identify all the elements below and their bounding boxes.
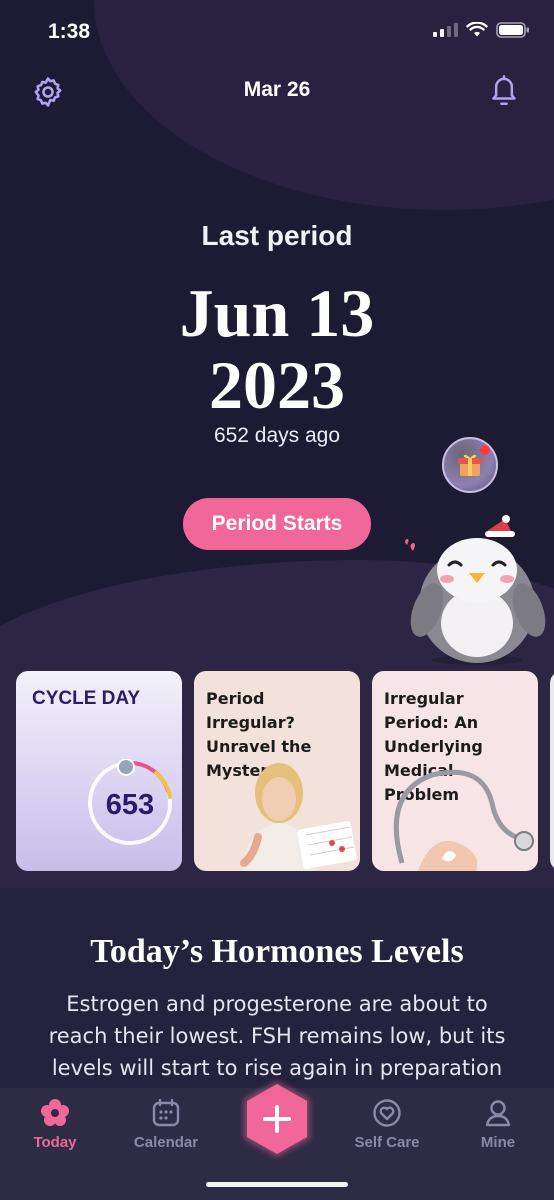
tab-label: Self Care (354, 1134, 420, 1151)
tab-label: Calendar (133, 1134, 199, 1151)
last-period-year: 2023 (209, 347, 345, 423)
woman-thinking-image (240, 763, 357, 871)
last-period-label: Last period (201, 220, 353, 251)
cycle-day-card[interactable]: CYCLE DAY 653 (16, 671, 182, 871)
plus-icon (244, 1081, 310, 1157)
heart-icon (373, 1099, 401, 1127)
article-card-partial[interactable] (550, 671, 554, 871)
status-time: 1:38 (48, 20, 91, 43)
cards-carousel[interactable]: CYCLE DAY 653 Period Irregular? Unravel … (16, 671, 554, 871)
status-bar: 1:38 (0, 0, 554, 64)
add-record-button[interactable] (240, 1078, 314, 1160)
tab-mine[interactable]: Mine (453, 1098, 543, 1158)
bell-icon (492, 75, 516, 106)
notifications-button[interactable] (484, 72, 524, 112)
last-period-date: Jun 13 (179, 275, 375, 351)
tab-self-care[interactable]: Self Care (342, 1098, 432, 1158)
flower-icon (41, 1099, 69, 1126)
wifi-icon (466, 22, 488, 37)
battery-icon (496, 22, 529, 38)
header-date: Mar 26 (243, 78, 311, 101)
tab-label: Mine (480, 1134, 516, 1151)
home-indicator (206, 1182, 348, 1187)
app-screen: 1:38 Mar 26 Last period Jun 13 2023 652 … (0, 0, 554, 1200)
penguin-mascot-icon (405, 515, 546, 665)
status-icons (433, 22, 530, 38)
gift-bubble-button[interactable] (442, 437, 498, 493)
hormones-title: Today’s Hormones Levels (90, 933, 464, 970)
cycle-day-label: CYCLE DAY (32, 688, 141, 709)
notification-dot (480, 445, 490, 455)
hormones-description: Estrogen and progesterone are about to r… (48, 992, 506, 1080)
period-starts-button[interactable]: Period Starts (183, 498, 371, 550)
tab-today[interactable]: Today (10, 1098, 100, 1158)
article-card[interactable]: Irregular Period: An Underlying Medical … (372, 671, 538, 871)
tab-label: Today (33, 1134, 77, 1151)
gift-icon (458, 454, 482, 476)
cellular-signal-icon (433, 23, 458, 37)
cycle-day-value: 653 (105, 789, 155, 821)
person-icon (485, 1100, 511, 1127)
article-card[interactable]: Period Irregular? Unravel the Mystery! (194, 671, 360, 871)
calendar-icon (152, 1098, 180, 1127)
tab-calendar[interactable]: Calendar (121, 1098, 211, 1158)
hormones-section: Today’s Hormones Levels Estrogen and pro… (0, 888, 554, 1098)
stethoscope-image (393, 769, 534, 871)
